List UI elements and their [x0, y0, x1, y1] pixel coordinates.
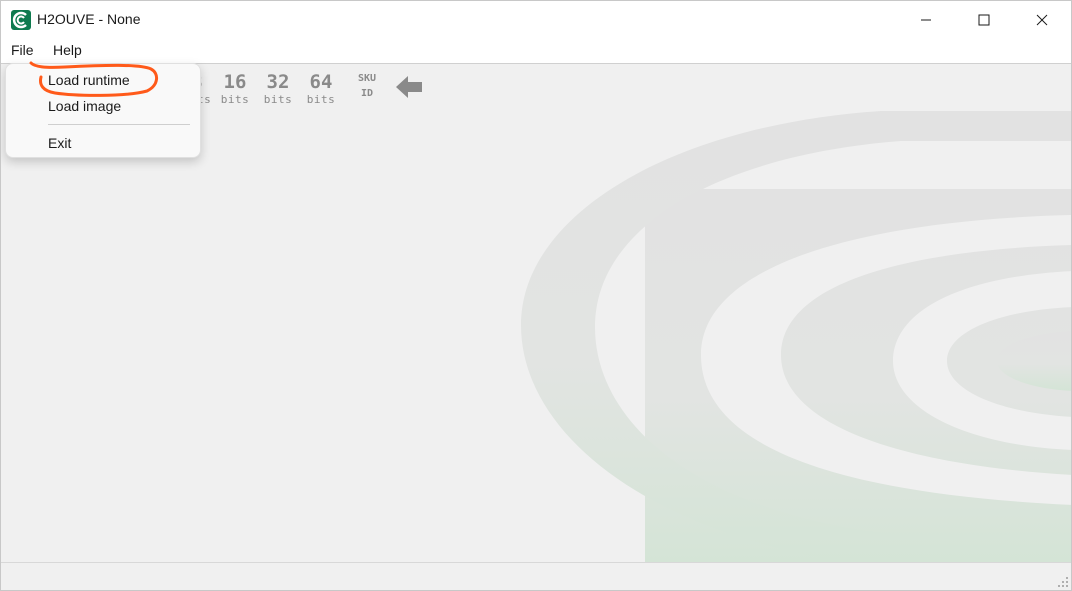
menu-bar: File Help [1, 39, 1071, 64]
close-button[interactable] [1013, 1, 1071, 39]
status-bar [1, 562, 1071, 590]
toolbar-sku-id-button[interactable]: SKU ID [349, 71, 385, 101]
title-bar: H2OUVE - None [1, 1, 1071, 39]
window-title: H2OUVE - None [37, 11, 141, 27]
maximize-icon [978, 14, 990, 26]
sku-label: SKU [357, 73, 377, 84]
toolbar-32bit-number: 32 [266, 71, 290, 93]
minimize-button[interactable] [897, 1, 955, 39]
minimize-icon [921, 19, 931, 21]
menu-file[interactable]: File [11, 42, 34, 58]
toolbar-64bit-number: 64 [309, 71, 333, 93]
menu-item-load-image[interactable]: Load image [48, 98, 121, 114]
resize-grip-icon[interactable] [1057, 576, 1069, 588]
maximize-button[interactable] [955, 1, 1013, 39]
app-window: H2OUVE - None File Help 16 bits 32 bits … [0, 0, 1072, 591]
toolbar-32bit-button[interactable]: 32 bits [258, 71, 298, 107]
toolbar-16bit-unit: bits [220, 93, 250, 106]
menu-separator [48, 124, 190, 125]
menu-item-exit[interactable]: Exit [48, 135, 71, 151]
menu-item-load-runtime[interactable]: Load runtime [48, 72, 130, 88]
app-logo-icon [11, 10, 31, 30]
toolbar-32bit-unit: bits [263, 93, 293, 106]
toolbar-64bit-unit: bits [306, 93, 336, 106]
toolbar-64bit-button[interactable]: 64 bits [301, 71, 341, 107]
toolbar-16bit-button[interactable]: 16 bits [215, 71, 255, 107]
toolbar-16bit-number: 16 [223, 71, 247, 93]
file-menu-dropdown: Load runtime Load image Exit [5, 63, 201, 158]
id-label: ID [360, 88, 374, 99]
menu-help[interactable]: Help [53, 42, 82, 58]
left-arrow-icon[interactable] [394, 74, 424, 100]
close-icon [1036, 14, 1048, 26]
